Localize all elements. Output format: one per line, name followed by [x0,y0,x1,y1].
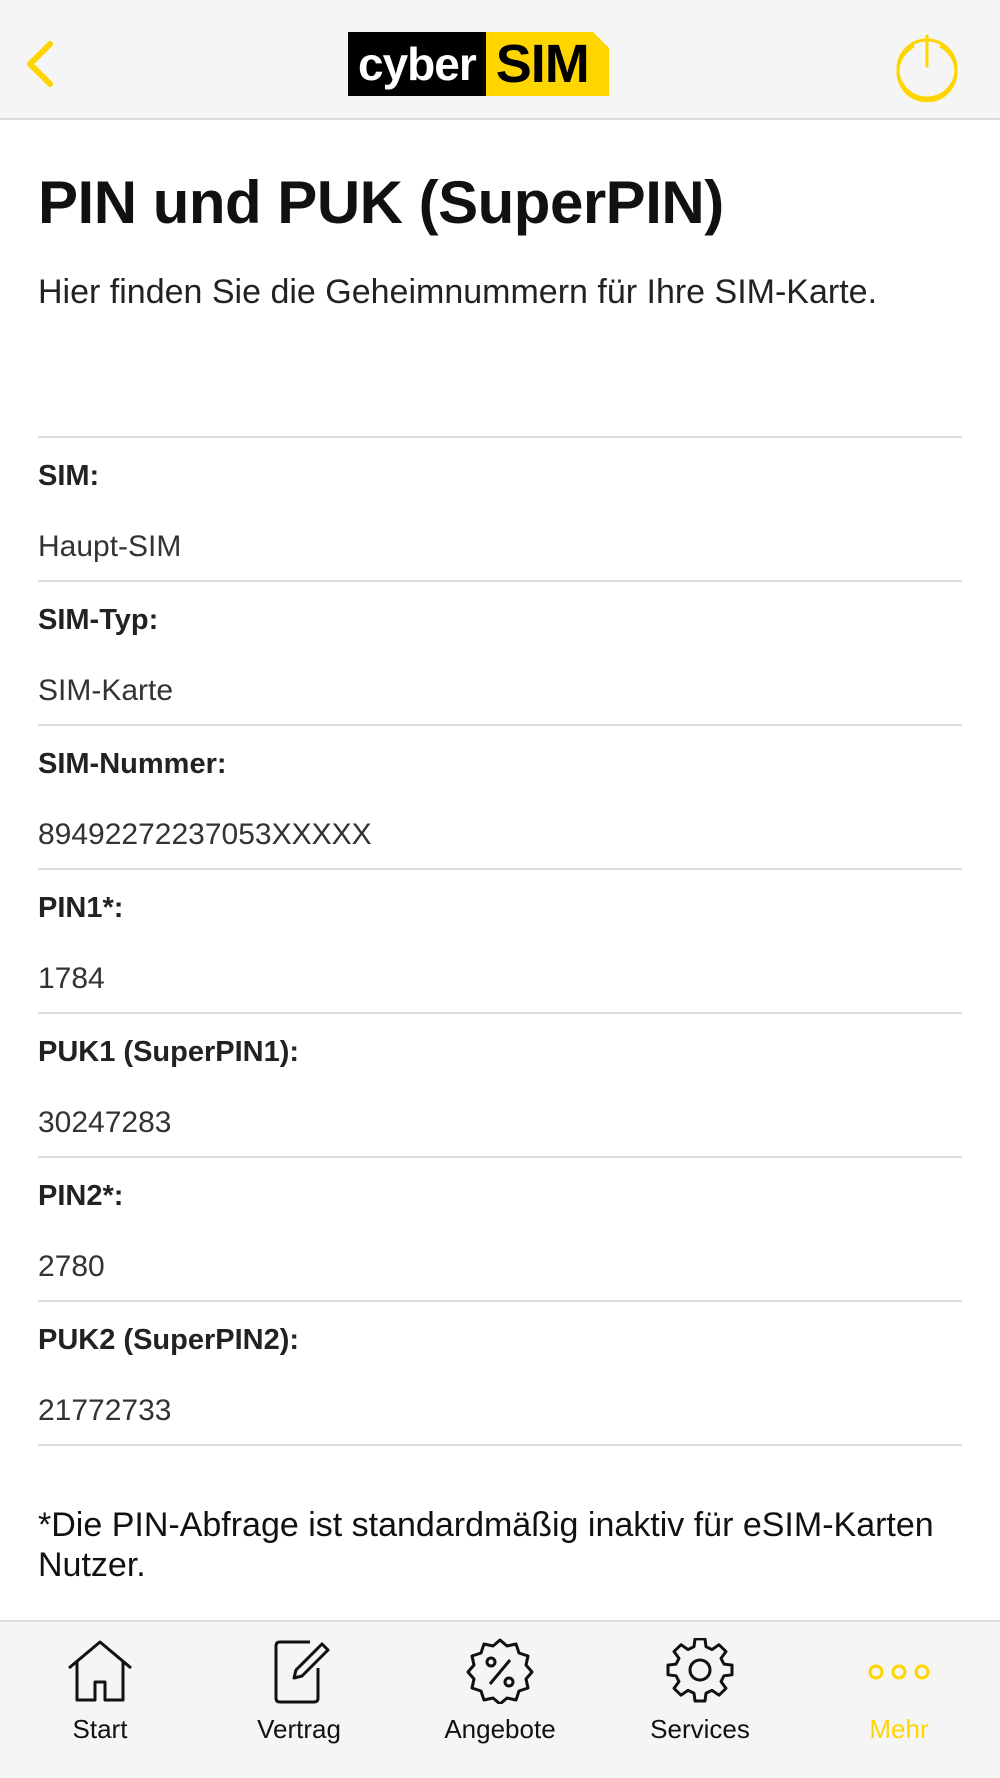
cybersim-logo: cyber SIM [348,32,609,96]
field-sim-type: SIM-Typ: SIM-Karte [38,580,962,724]
field-pin1: PIN1*: 1784 [38,868,962,1012]
field-value: 21772733 [38,1394,172,1427]
field-sim: SIM: Haupt-SIM [38,436,962,580]
tab-label: Services [650,1714,750,1744]
logo-cyber-text: cyber [348,32,486,96]
field-label: SIM-Typ: [38,604,159,636]
field-label: PIN2*: [38,1180,124,1212]
tab-services[interactable]: Services [610,1634,790,1774]
field-value: Haupt-SIM [38,530,182,563]
power-icon [896,34,958,103]
page-title: PIN und PUK (SuperPIN) [38,169,724,236]
logout-button[interactable] [892,32,962,103]
tab-label: Start [72,1714,128,1744]
contract-icon [274,1640,330,1704]
tab-angebote[interactable]: Angebote [410,1634,590,1774]
chevron-left-icon [27,41,53,87]
percent-badge-icon [466,1638,534,1704]
field-puk2: PUK2 (SuperPIN2): 21772733 [38,1300,962,1446]
field-pin2: PIN2*: 2780 [38,1156,962,1300]
field-value: 30247283 [38,1106,172,1139]
footnote: *Die PIN-Abfrage ist standardmäßig inakt… [38,1506,934,1584]
field-sim-number: SIM-Nummer: 89492272237053XXXXX [38,724,962,868]
field-value: SIM-Karte [38,674,174,707]
tab-vertrag[interactable]: Vertrag [209,1634,389,1774]
field-puk1: PUK1 (SuperPIN1): 30247283 [38,1012,962,1156]
field-label: PIN1*: [38,892,124,924]
home-icon [68,1640,132,1702]
tab-start[interactable]: Start [10,1634,190,1774]
more-dots-icon [868,1664,930,1680]
gear-icon [666,1638,734,1703]
field-value: 89492272237053XXXXX [38,818,372,851]
tab-mehr[interactable]: Mehr [809,1634,989,1774]
back-button[interactable] [18,34,68,94]
field-label: PUK1 (SuperPIN1): [38,1036,300,1068]
field-value: 2780 [38,1250,105,1283]
field-value: 1784 [38,962,105,995]
field-label: PUK2 (SuperPIN2): [38,1324,300,1356]
sim-details-list: SIM: Haupt-SIM SIM-Typ: SIM-Karte SIM-Nu… [38,436,962,1446]
bottom-tab-bar: Start Vertrag Angebote Services Mehr [0,1620,1000,1778]
tab-label: Vertrag [257,1714,341,1744]
app-header: cyber SIM [0,0,1000,120]
tab-label: Angebote [444,1714,556,1744]
page-intro: Hier finden Sie die Geheimnummern für Ih… [38,273,878,311]
tab-label: Mehr [869,1714,929,1744]
field-label: SIM-Nummer: [38,748,227,780]
logo-sim-text: SIM [485,32,609,96]
field-label: SIM: [38,460,100,492]
